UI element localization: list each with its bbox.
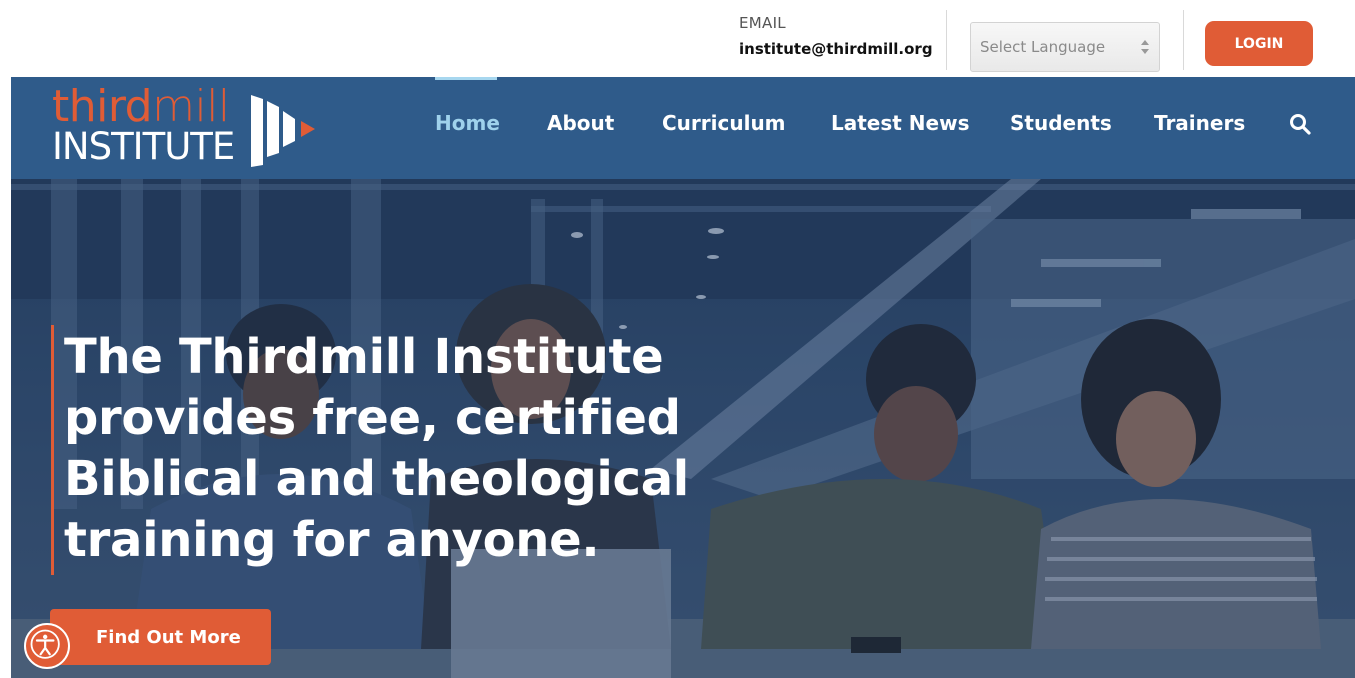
- divider: [1183, 10, 1184, 70]
- language-select[interactable]: Select Language: [970, 22, 1160, 72]
- nav-home[interactable]: Home: [435, 111, 500, 135]
- top-utility-bar: EMAIL institute@thirdmill.org Select Lan…: [0, 0, 1355, 77]
- logo-wordmark-top: thirdmill: [52, 85, 230, 129]
- main-navbar: thirdmill INSTITUTE Home About Curriculu…: [11, 77, 1355, 179]
- logo-mark-icon: [251, 95, 315, 167]
- nav-active-indicator: [435, 77, 497, 80]
- search-icon[interactable]: [1288, 112, 1312, 136]
- login-button[interactable]: LOGIN: [1205, 21, 1313, 66]
- divider: [946, 10, 947, 70]
- accessibility-icon[interactable]: [24, 623, 70, 669]
- nav-latest-news[interactable]: Latest News: [831, 111, 969, 135]
- nav-trainers[interactable]: Trainers: [1154, 111, 1245, 135]
- email-label: EMAIL: [739, 14, 786, 32]
- language-select-value: Select Language: [980, 38, 1106, 56]
- find-out-more-button[interactable]: Find Out More: [50, 609, 271, 665]
- hero-headline: The Thirdmill Institute provides free, c…: [64, 329, 689, 568]
- email-link[interactable]: institute@thirdmill.org: [739, 40, 933, 58]
- nav-about[interactable]: About: [547, 111, 614, 135]
- hero-banner: The Thirdmill Institute provides free, c…: [11, 179, 1355, 678]
- email-contact: EMAIL institute@thirdmill.org: [739, 14, 933, 58]
- nav-curriculum[interactable]: Curriculum: [662, 111, 786, 135]
- select-arrows-icon: [1141, 38, 1149, 58]
- thirdmill-institute-logo[interactable]: thirdmill INSTITUTE: [52, 85, 322, 175]
- logo-wordmark-bottom: INSTITUTE: [52, 125, 235, 168]
- hero-accent-rule: [51, 325, 54, 575]
- nav-students[interactable]: Students: [1010, 111, 1112, 135]
